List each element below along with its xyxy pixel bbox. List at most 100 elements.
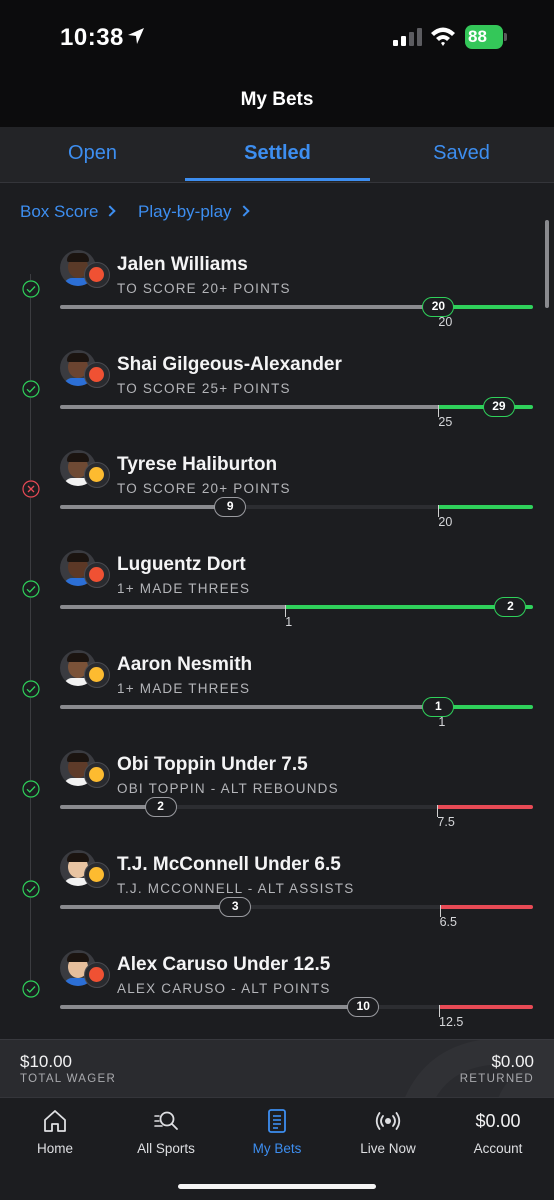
nav-all-sports-label: All Sports bbox=[137, 1141, 195, 1156]
leg-title: Luguentz Dort bbox=[117, 554, 246, 575]
nav-home[interactable]: Home bbox=[0, 1108, 110, 1156]
x-circle-icon bbox=[22, 480, 40, 498]
target-label: 20 bbox=[438, 315, 453, 329]
check-circle-icon bbox=[22, 880, 40, 898]
progress-fill bbox=[60, 705, 439, 709]
actual-value-pill: 10 bbox=[347, 997, 380, 1017]
chevron-right-icon bbox=[237, 205, 250, 217]
actual-value-pill: 2 bbox=[494, 597, 527, 617]
live-icon bbox=[375, 1112, 401, 1130]
bet-leg[interactable]: Shai Gilgeous-Alexander TO SCORE 25+ POI… bbox=[0, 350, 554, 450]
target-range-bar bbox=[439, 905, 533, 909]
check-circle-icon bbox=[22, 280, 40, 298]
leg-market: 1+ MADE THREES bbox=[117, 581, 251, 596]
leg-market: T.J. MCCONNELL - ALT ASSISTS bbox=[117, 881, 355, 896]
account-balance: $0.00 bbox=[475, 1111, 521, 1131]
tab-saved[interactable]: Saved bbox=[369, 142, 554, 165]
check-circle-icon bbox=[22, 980, 40, 998]
leg-market: TO SCORE 25+ POINTS bbox=[117, 381, 291, 396]
bet-slip-icon bbox=[268, 1109, 286, 1133]
team-logo-icon bbox=[84, 862, 110, 888]
box-score-link[interactable]: Box Score bbox=[20, 202, 117, 222]
nav-account-label: Account bbox=[473, 1141, 523, 1156]
team-logo-icon bbox=[84, 362, 110, 388]
bet-summary: $10.00 TOTAL WAGER $0.00 RETURNED bbox=[0, 1039, 554, 1097]
target-label: 1 bbox=[285, 615, 293, 629]
play-by-play-link[interactable]: Play-by-play bbox=[138, 202, 250, 222]
team-logo-icon bbox=[84, 262, 110, 288]
bet-legs-list[interactable]: Box Score Play-by-play Jalen Williams TO… bbox=[0, 184, 554, 1039]
wifi-icon bbox=[431, 27, 455, 46]
target-range-bar bbox=[439, 1005, 533, 1009]
check-circle-icon bbox=[22, 780, 40, 798]
tab-open[interactable]: Open bbox=[0, 142, 185, 165]
leg-title: Shai Gilgeous-Alexander bbox=[117, 354, 342, 375]
nav-live-now-label: Live Now bbox=[360, 1141, 416, 1156]
target-label: 25 bbox=[438, 415, 453, 429]
location-arrow-icon bbox=[128, 28, 144, 44]
status-time: 10:38 bbox=[60, 24, 124, 51]
leg-market: 1+ MADE THREES bbox=[117, 681, 251, 696]
bet-tabs: Open Settled Saved bbox=[0, 127, 554, 183]
total-wager-amount: $10.00 bbox=[20, 1052, 72, 1071]
actual-value-pill: 1 bbox=[422, 697, 455, 717]
check-circle-icon bbox=[22, 580, 40, 598]
target-label: 6.5 bbox=[439, 915, 457, 929]
leg-market: TO SCORE 20+ POINTS bbox=[117, 481, 291, 496]
leg-title: Alex Caruso Under 12.5 bbox=[117, 954, 331, 975]
nav-all-sports[interactable]: All Sports bbox=[111, 1108, 221, 1156]
actual-value-pill: 3 bbox=[219, 897, 252, 917]
chevron-right-icon bbox=[104, 205, 117, 217]
play-by-play-label: Play-by-play bbox=[138, 202, 232, 221]
check-circle-icon bbox=[22, 680, 40, 698]
nav-account[interactable]: $0.00 Account bbox=[443, 1108, 553, 1156]
team-logo-icon bbox=[84, 662, 110, 688]
nav-my-bets-label: My Bets bbox=[252, 1141, 302, 1156]
box-score-label: Box Score bbox=[20, 202, 99, 221]
target-label: 20 bbox=[438, 515, 453, 529]
team-logo-icon bbox=[84, 562, 110, 588]
page-title: My Bets bbox=[240, 89, 314, 110]
leg-title: T.J. McConnell Under 6.5 bbox=[117, 854, 341, 875]
bet-leg[interactable]: Alex Caruso Under 12.5 ALEX CARUSO - ALT… bbox=[0, 950, 554, 1039]
home-icon bbox=[44, 1110, 66, 1132]
bet-leg[interactable]: Tyrese Haliburton TO SCORE 20+ POINTS 20… bbox=[0, 450, 554, 550]
progress-fill bbox=[60, 1005, 364, 1009]
bottom-navigation: Home All Sports My Bets Live Now $0.00 A… bbox=[0, 1097, 554, 1200]
progress-fill bbox=[60, 905, 236, 909]
actual-value-pill: 29 bbox=[482, 397, 515, 417]
leg-market: TO SCORE 20+ POINTS bbox=[117, 281, 291, 296]
bet-leg[interactable]: Aaron Nesmith 1+ MADE THREES 1 1 bbox=[0, 650, 554, 750]
bet-leg[interactable]: Obi Toppin Under 7.5 OBI TOPPIN - ALT RE… bbox=[0, 750, 554, 850]
leg-title: Aaron Nesmith bbox=[117, 654, 253, 675]
nav-home-label: Home bbox=[36, 1141, 73, 1156]
total-wager-label: TOTAL WAGER bbox=[20, 1073, 117, 1085]
returned-label: RETURNED bbox=[459, 1073, 534, 1085]
leg-title: Obi Toppin Under 7.5 bbox=[117, 754, 308, 775]
team-logo-icon bbox=[84, 762, 110, 788]
leg-title: Jalen Williams bbox=[117, 254, 248, 275]
bet-leg[interactable]: Luguentz Dort 1+ MADE THREES 1 2 bbox=[0, 550, 554, 650]
bet-leg[interactable]: Jalen Williams TO SCORE 20+ POINTS 20 20 bbox=[0, 250, 554, 350]
returned-amount: $0.00 bbox=[491, 1052, 534, 1071]
team-logo-icon bbox=[84, 462, 110, 488]
team-logo-icon bbox=[84, 962, 110, 988]
check-circle-icon bbox=[22, 380, 40, 398]
progress-fill bbox=[60, 305, 439, 309]
nav-my-bets[interactable]: My Bets bbox=[222, 1108, 332, 1156]
bet-leg[interactable]: T.J. McConnell Under 6.5 T.J. MCCONNELL … bbox=[0, 850, 554, 950]
target-label: 12.5 bbox=[439, 1015, 464, 1029]
progress-fill bbox=[60, 405, 499, 409]
actual-value-pill: 9 bbox=[214, 497, 247, 517]
cellular-signal-icon bbox=[393, 28, 422, 46]
status-bar: 10:38 88 bbox=[0, 0, 554, 75]
nav-live-now[interactable]: Live Now bbox=[333, 1108, 443, 1156]
target-range-bar bbox=[438, 505, 533, 509]
leg-title: Tyrese Haliburton bbox=[117, 454, 278, 475]
battery-level: 88 bbox=[468, 27, 487, 46]
tab-settled[interactable]: Settled bbox=[185, 142, 370, 165]
target-label: 1 bbox=[438, 715, 446, 729]
home-indicator bbox=[178, 1184, 376, 1189]
target-range-bar bbox=[437, 805, 533, 809]
leg-market: ALEX CARUSO - ALT POINTS bbox=[117, 981, 331, 996]
